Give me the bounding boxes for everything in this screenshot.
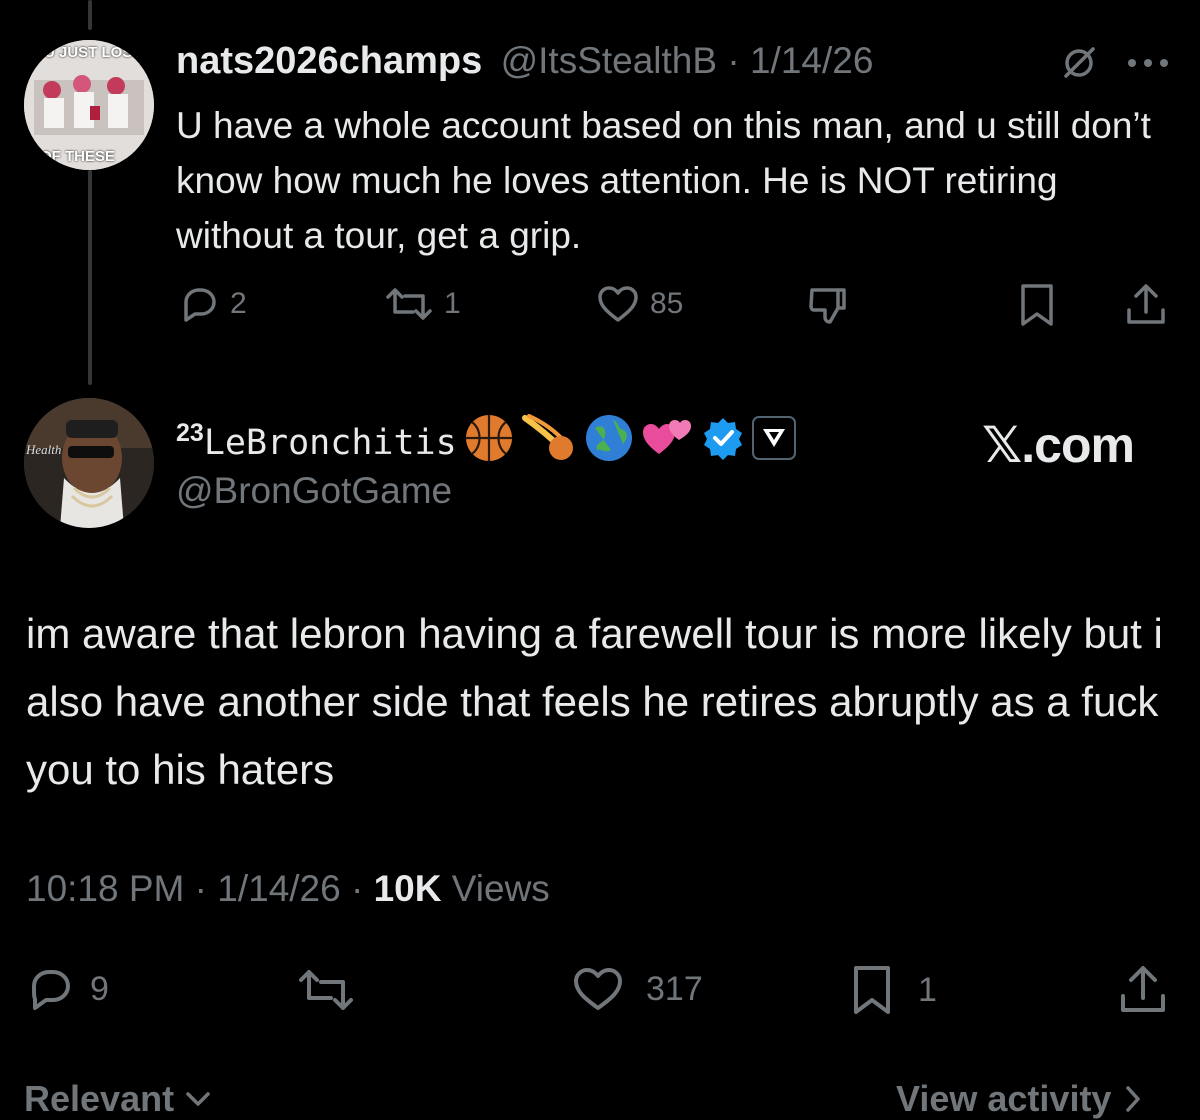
affiliate-badge-icon xyxy=(751,415,797,470)
main-share-button[interactable] xyxy=(1118,964,1168,1021)
main-time[interactable]: 10:18 PM xyxy=(26,868,184,909)
reply-text: U have a whole account based on this man… xyxy=(176,105,1151,256)
reply-handle[interactable]: @ItsStealthB xyxy=(501,40,718,81)
sort-relevant-dropdown[interactable]: Relevant xyxy=(24,1078,212,1120)
main-likes-count: 317 xyxy=(646,969,703,1008)
reply-likes-count: 85 xyxy=(650,287,684,320)
reply-avatar-text-bottom: OF THESE xyxy=(40,148,116,165)
reply-repost-button[interactable]: 1 xyxy=(384,284,461,324)
sort-label: Relevant xyxy=(24,1078,175,1119)
verified-badge-icon xyxy=(701,416,745,469)
reply-date[interactable]: 1/14/26 xyxy=(750,40,873,81)
main-avatar[interactable]: Health xyxy=(24,398,154,528)
main-repost-button[interactable] xyxy=(296,966,356,1019)
share-icon[interactable] xyxy=(1124,282,1168,333)
chevron-down-icon xyxy=(186,1092,210,1106)
main-timestamp: 10:18 PM · 1/14/26 · 10K Views xyxy=(26,868,550,910)
main-like-button[interactable]: 317 xyxy=(572,966,703,1012)
thread-line-top xyxy=(88,0,92,30)
view-activity-label: View activity xyxy=(896,1078,1112,1119)
bookmark-icon[interactable] xyxy=(1018,282,1056,333)
main-handle[interactable]: @BronGotGame xyxy=(176,470,452,512)
basketball-emoji xyxy=(463,412,515,473)
brand-watermark: 𝕏.com xyxy=(982,417,1135,473)
main-separator-2: · xyxy=(351,868,364,909)
reply-display-name[interactable]: nats2026champs xyxy=(176,40,482,82)
reply-avatar-text-top: U JUST LOST xyxy=(44,44,142,61)
main-bookmark-button[interactable]: 1 xyxy=(850,964,937,1016)
reply-reposts-count: 1 xyxy=(444,287,461,320)
main-separator-1: · xyxy=(194,868,207,909)
grok-icon[interactable] xyxy=(1060,44,1098,87)
main-reply-button[interactable]: 9 xyxy=(26,966,109,1012)
reply-header: nats2026champs @ItsStealthB · 1/14/26 xyxy=(176,40,873,83)
reply-icon xyxy=(32,970,70,1010)
repost-icon xyxy=(299,970,353,1010)
like-icon xyxy=(574,968,622,1010)
repost-icon xyxy=(386,288,432,320)
downvote-icon[interactable] xyxy=(806,284,850,333)
reply-icon xyxy=(184,288,216,322)
view-activity-link[interactable]: View activity xyxy=(896,1078,1143,1120)
hearts-emoji xyxy=(641,412,695,473)
like-icon xyxy=(598,286,638,322)
reply-replies-count: 2 xyxy=(230,287,247,320)
fireball-emoji xyxy=(521,412,577,473)
reply-reply-button[interactable]: 2 xyxy=(178,284,247,324)
main-name-row: 23 LeBronchitis xyxy=(176,412,797,473)
reply-like-button[interactable]: 85 xyxy=(596,284,683,324)
share-icon xyxy=(1121,966,1165,1012)
main-display-name[interactable]: LeBronchitis xyxy=(204,423,457,463)
bookmark-icon xyxy=(854,966,890,1014)
main-date[interactable]: 1/14/26 xyxy=(217,868,340,909)
main-bookmarks-count: 1 xyxy=(918,970,937,1009)
main-views-label: Views xyxy=(451,868,550,909)
globe-emoji xyxy=(583,412,635,473)
main-avatar-label: Health xyxy=(26,442,62,457)
chevron-right-icon xyxy=(1126,1086,1141,1112)
thread-line xyxy=(88,170,92,385)
more-icon[interactable] xyxy=(1126,56,1170,74)
reply-avatar[interactable]: U JUST LOST OF THESE xyxy=(24,40,154,170)
main-text: im aware that lebron having a farewell t… xyxy=(26,610,1163,793)
main-replies-count: 9 xyxy=(90,969,109,1008)
main-avatar-image xyxy=(24,398,154,528)
main-views-count: 10K xyxy=(373,868,442,909)
reply-separator: · xyxy=(727,40,740,81)
